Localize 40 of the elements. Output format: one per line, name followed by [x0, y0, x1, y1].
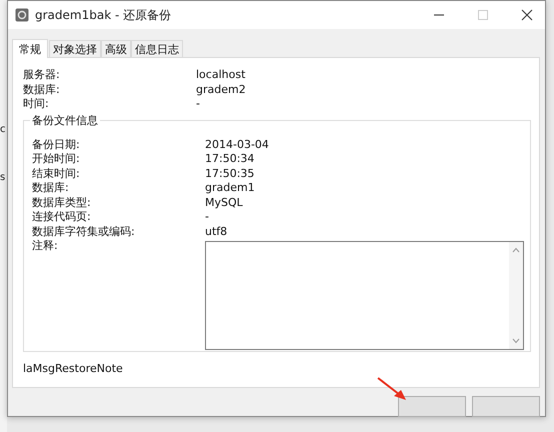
field-value: -: [205, 210, 210, 224]
field-label: 数据库字符集或编码:: [32, 224, 136, 239]
field-value: 2014-03-04: [205, 138, 270, 152]
dialog-button[interactable]: [472, 396, 540, 417]
field-label: 连接代码页:: [32, 210, 92, 224]
field-value: -: [196, 97, 201, 112]
window-title: gradem1bak - 还原备份: [35, 6, 172, 24]
field-label: 数据库类型:: [32, 196, 92, 210]
group-title: 备份文件信息: [30, 112, 100, 128]
field-value: gradem2: [196, 82, 247, 97]
field-label: 结束时间:: [32, 166, 81, 181]
field-value: utf8: [205, 224, 228, 239]
scroll-up-icon[interactable]: [512, 247, 520, 253]
field-label: 服务器:: [23, 68, 61, 82]
note-text: laMsgRestoreNote: [23, 362, 124, 374]
background-text: s: [0, 172, 6, 183]
maximize-icon[interactable]: [477, 9, 489, 21]
close-icon[interactable]: [521, 9, 533, 21]
arrow-icon: [376, 376, 408, 402]
field-label: 注释:: [32, 239, 59, 254]
field-label: 数据库:: [23, 82, 61, 97]
tab[interactable]: 高级: [101, 40, 131, 57]
field-value: localhost: [196, 68, 246, 82]
field-label: 时间:: [23, 97, 50, 112]
field-label: 数据库:: [32, 181, 70, 196]
background-text: c: [0, 124, 6, 135]
notes-field[interactable]: [205, 241, 524, 350]
scrollbar[interactable]: [509, 242, 523, 349]
tab[interactable]: 对象选择: [49, 40, 101, 57]
field-value: MySQL: [205, 196, 244, 210]
field-value: gradem1: [205, 181, 256, 196]
app-icon: [15, 8, 29, 22]
scroll-down-icon[interactable]: [512, 338, 520, 344]
tab[interactable]: 常规: [12, 39, 48, 58]
field-label: 开始时间:: [32, 152, 81, 166]
field-value: 17:50:34: [205, 152, 256, 166]
tab[interactable]: 信息日志: [131, 40, 183, 57]
field-value: 17:50:35: [205, 166, 256, 181]
field-label: 备份日期:: [32, 138, 81, 152]
dialog-button[interactable]: [398, 396, 466, 417]
